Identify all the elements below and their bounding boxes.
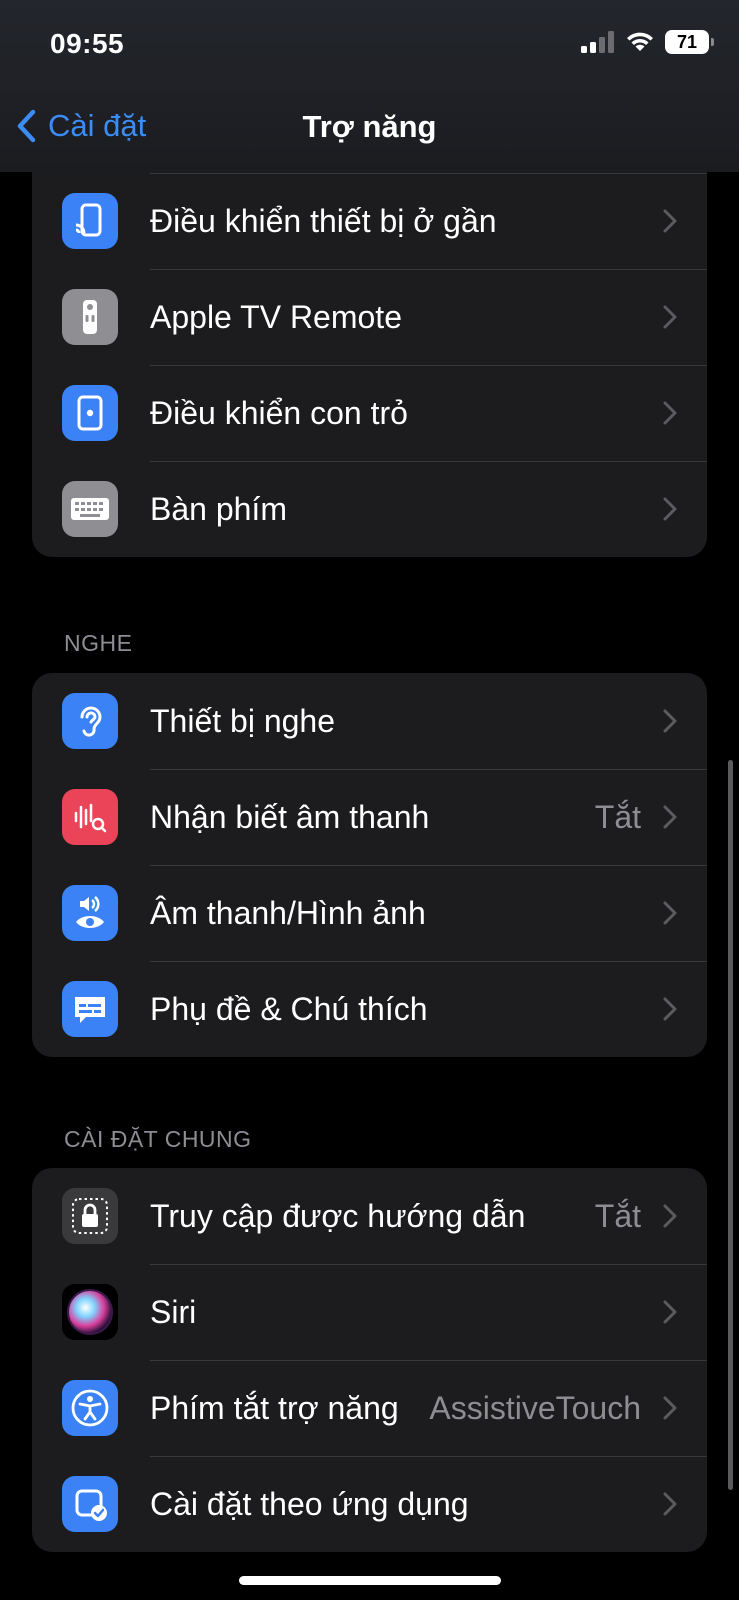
audio-visual-icon xyxy=(62,885,118,941)
list-item-label: Apple TV Remote xyxy=(150,298,402,335)
pointer-control-icon xyxy=(62,385,118,441)
tv-remote-icon xyxy=(62,289,118,345)
chevron-right-icon xyxy=(663,1300,677,1324)
per-app-settings-icon xyxy=(62,1476,118,1532)
list-item-value: Tắt xyxy=(594,1197,641,1234)
list-item-label: Điều khiển thiết bị ở gần xyxy=(150,202,497,239)
list-item-value: AssistiveTouch xyxy=(429,1389,641,1426)
list-item-label: Phím tắt trợ năng xyxy=(150,1389,399,1426)
general-group: Truy cập được hướng dẫn Tắt Siri Phím tắ… xyxy=(32,1168,707,1552)
list-item-accessibility-shortcut[interactable]: Phím tắt trợ năng AssistiveTouch xyxy=(32,1360,707,1456)
sound-recognition-icon xyxy=(62,789,118,845)
battery-level: 71 xyxy=(676,31,698,52)
list-item-hearing-devices[interactable]: Thiết bị nghe xyxy=(32,673,707,769)
list-item-value: Tắt xyxy=(594,798,641,835)
chevron-right-icon xyxy=(663,497,677,521)
chevron-right-icon xyxy=(663,805,677,829)
list-item-pointer-control[interactable]: Điều khiển con trỏ xyxy=(32,365,707,461)
top-bar: 09:55 71 Cài đặt Trợ năng xyxy=(0,0,739,172)
list-item-label: Truy cập được hướng dẫn xyxy=(150,1197,526,1234)
subtitles-icon xyxy=(62,981,118,1037)
list-item-label: Điều khiển con trỏ xyxy=(150,394,408,431)
nearby-device-icon xyxy=(62,193,118,249)
status-time: 09:55 xyxy=(50,28,125,59)
interaction-group: Điều khiển thiết bị ở gần Apple TV Remot… xyxy=(32,140,707,557)
list-item-guided-access[interactable]: Truy cập được hướng dẫn Tắt xyxy=(32,1168,707,1264)
list-item-control-nearby-devices[interactable]: Điều khiển thiết bị ở gần xyxy=(32,173,707,269)
list-item-keyboard[interactable]: Bàn phím xyxy=(32,461,707,557)
list-item-label: Cài đặt theo ứng dụng xyxy=(150,1485,469,1522)
chevron-right-icon xyxy=(663,1396,677,1420)
home-indicator[interactable] xyxy=(239,1576,501,1585)
section-header-general: CÀI ĐẶT CHUNG xyxy=(64,1126,252,1152)
list-item-siri[interactable]: Siri xyxy=(32,1264,707,1360)
list-item-label: Nhận biết âm thanh xyxy=(150,798,430,835)
cellular-signal-icon xyxy=(581,31,614,53)
chevron-right-icon xyxy=(663,709,677,733)
scrollbar[interactable] xyxy=(728,760,733,1490)
battery-indicator: 71 xyxy=(665,30,714,54)
list-item-label: Thiết bị nghe xyxy=(150,702,336,739)
accessibility-shortcut-icon xyxy=(62,1380,118,1436)
chevron-right-icon xyxy=(663,209,677,233)
list-item-apple-tv-remote[interactable]: Apple TV Remote xyxy=(32,269,707,365)
chevron-right-icon xyxy=(663,1204,677,1228)
chevron-right-icon xyxy=(663,401,677,425)
keyboard-icon xyxy=(62,481,118,537)
list-item-label: Âm thanh/Hình ảnh xyxy=(150,894,426,931)
ear-icon xyxy=(62,693,118,749)
wifi-icon xyxy=(627,32,653,51)
list-item-label: Phụ đề & Chú thích xyxy=(150,990,428,1027)
guided-access-lock-icon xyxy=(62,1188,118,1244)
list-item-subtitles-captions[interactable]: Phụ đề & Chú thích xyxy=(32,961,707,1057)
chevron-right-icon xyxy=(663,997,677,1021)
status-icons: 71 xyxy=(581,30,714,54)
siri-icon xyxy=(62,1284,118,1340)
chevron-right-icon xyxy=(663,901,677,925)
list-item-label: Siri xyxy=(150,1293,197,1330)
chevron-right-icon xyxy=(663,305,677,329)
hearing-group: Thiết bị nghe Nhận biết âm thanh Tắt Âm … xyxy=(32,673,707,1057)
chevron-right-icon xyxy=(663,1492,677,1516)
page-title: Trợ năng xyxy=(302,109,437,144)
list-item-sound-recognition[interactable]: Nhận biết âm thanh Tắt xyxy=(32,769,707,865)
section-header-hearing: NGHE xyxy=(64,630,133,656)
list-item-label: Bàn phím xyxy=(150,490,287,527)
list-item-per-app-settings[interactable]: Cài đặt theo ứng dụng xyxy=(32,1456,707,1552)
list-item-audio-visual[interactable]: Âm thanh/Hình ảnh xyxy=(32,865,707,961)
